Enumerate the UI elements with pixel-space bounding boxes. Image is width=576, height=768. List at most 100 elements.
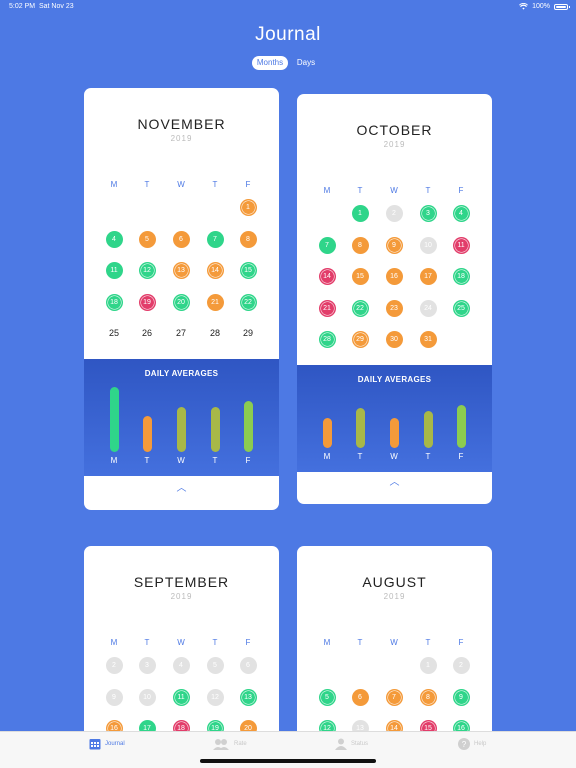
calendar-day[interactable]: 25 xyxy=(452,299,470,317)
calendar-day[interactable]: 14 xyxy=(318,268,336,285)
tab-rate[interactable]: Rate xyxy=(213,738,247,750)
collapse-chevron-icon[interactable]: ︿ xyxy=(297,473,492,488)
calendar-day[interactable]: 10 xyxy=(138,688,156,706)
average-bar-label: M xyxy=(323,452,331,461)
tab-help[interactable]: ? Help xyxy=(458,738,486,750)
calendar-day[interactable]: 21 xyxy=(206,293,224,311)
calendar-day[interactable]: 15 xyxy=(351,268,369,285)
calendar-day[interactable]: 24 xyxy=(419,299,437,317)
average-bar-label: F xyxy=(245,456,251,465)
calendar-day[interactable]: 3 xyxy=(138,657,156,674)
calendar-day[interactable]: 3 xyxy=(419,205,437,222)
segment-days[interactable]: Days xyxy=(288,56,324,70)
month-card-august[interactable]: AUGUST 2019 M T W T F 1 2 5 6 7 8 9 12 13 14 15 16 xyxy=(297,546,492,746)
calendar-day[interactable]: 2 xyxy=(105,657,123,674)
calendar-day[interactable]: 4 xyxy=(172,657,190,674)
calendar-day[interactable]: 7 xyxy=(318,236,336,254)
calendar-day[interactable]: 1 xyxy=(419,657,437,674)
month-card-november[interactable]: NOVEMBER 2019 DAILY AVERAGES MTWTF ︿ MTW… xyxy=(84,88,279,510)
weekday-header: M xyxy=(110,180,118,189)
calendar-day[interactable]: 8 xyxy=(419,688,437,706)
status-time: 5:02 PM xyxy=(9,3,36,10)
calendar-day[interactable]: 22 xyxy=(351,299,369,317)
month-card-september[interactable]: SEPTEMBER 2019 M T W T F 2 3 4 5 6 9 10 11 12 13 16 17 18… xyxy=(84,546,279,746)
month-year: 2019 xyxy=(383,592,406,601)
calendar-day[interactable]: 28 xyxy=(318,331,336,348)
calendar-day[interactable]: 1 xyxy=(239,199,257,216)
calendar-day[interactable]: 9 xyxy=(452,688,470,706)
calendar-day[interactable]: 5 xyxy=(318,688,336,706)
calendar-day[interactable]: 8 xyxy=(351,236,369,254)
calendar-day[interactable]: 2 xyxy=(452,657,470,674)
calendar-day[interactable]: 6 xyxy=(172,230,190,248)
average-bar xyxy=(355,408,365,448)
calendar-day[interactable]: 26 xyxy=(139,325,156,342)
calendar-day[interactable]: 11 xyxy=(452,236,470,254)
calendar-day[interactable]: 27 xyxy=(173,325,190,342)
calendar-day[interactable]: 2 xyxy=(385,205,403,222)
daily-averages-panel: DAILY AVERAGES M T W T F xyxy=(297,365,492,472)
calendar-day[interactable]: 6 xyxy=(239,657,257,674)
tab-status[interactable]: Status xyxy=(335,738,368,750)
calendar-day[interactable]: 12 xyxy=(206,688,224,706)
calendar-day[interactable]: 13 xyxy=(172,262,190,279)
calendar-day[interactable]: 8 xyxy=(239,230,257,248)
calendar-day[interactable]: 5 xyxy=(138,230,156,248)
calendar-day[interactable]: 5 xyxy=(206,657,224,674)
calendar-day[interactable]: 7 xyxy=(385,688,403,706)
calendar-day[interactable]: 21 xyxy=(318,299,336,317)
wifi-icon xyxy=(519,3,528,10)
calendar-day[interactable]: 11 xyxy=(105,262,123,279)
battery-icon xyxy=(554,3,570,10)
weekday-header: W xyxy=(390,186,398,195)
calendar-day[interactable]: 9 xyxy=(385,236,403,254)
calendar-day[interactable]: 25 xyxy=(106,325,123,342)
weekday-header: T xyxy=(357,638,363,647)
daily-averages-panel: DAILY AVERAGES M T W T F xyxy=(84,359,279,476)
calendar-day[interactable]: 6 xyxy=(351,688,369,706)
calendar-day[interactable]: 28 xyxy=(207,325,224,342)
calendar-day[interactable]: 18 xyxy=(452,268,470,285)
calendar-day[interactable]: 4 xyxy=(105,230,123,248)
average-bar-label: T xyxy=(212,456,218,465)
calendar-day[interactable]: 12 xyxy=(138,262,156,279)
tab-label: Journal xyxy=(105,741,125,747)
calendar-day[interactable]: 31 xyxy=(419,331,437,348)
calendar-day[interactable]: 17 xyxy=(419,268,437,285)
weekday-header: F xyxy=(245,180,251,189)
calendar-day[interactable]: 23 xyxy=(385,299,403,317)
calendar-day[interactable]: 20 xyxy=(172,293,190,311)
calendar-day[interactable]: 9 xyxy=(105,688,123,706)
calendar-day[interactable]: 1 xyxy=(351,205,369,222)
month-card-october[interactable]: OCTOBER 2019 DAILY AVERAGES M T W T F ︿ M T W T… xyxy=(297,94,492,504)
calendar-day[interactable]: 10 xyxy=(419,236,437,254)
average-bar xyxy=(109,387,119,452)
tab-label: Help xyxy=(474,741,487,747)
average-bar xyxy=(210,406,220,452)
calendar-day[interactable]: 16 xyxy=(385,268,403,285)
calendar-day[interactable]: 11 xyxy=(172,688,190,706)
weekday-header: M xyxy=(323,186,331,195)
calendar-day[interactable]: 4 xyxy=(452,205,470,222)
weekday-header: M xyxy=(110,638,118,647)
status-date: Sat Nov 23 xyxy=(38,3,74,10)
calendar-day[interactable]: 22 xyxy=(239,293,257,311)
average-bar xyxy=(142,416,152,452)
status-bar: 5:02 PM Sat Nov 23 100% xyxy=(0,0,576,14)
weekday-header: W xyxy=(390,638,398,647)
calendar-day[interactable]: 29 xyxy=(240,325,257,342)
calendar-day[interactable]: 29 xyxy=(351,331,369,348)
tab-journal[interactable]: Journal xyxy=(89,738,125,750)
calendar-day[interactable]: 7 xyxy=(206,230,224,248)
tab-label: Status xyxy=(351,741,369,747)
calendar-day[interactable]: 19 xyxy=(138,293,156,311)
calendar-day[interactable]: 30 xyxy=(385,331,403,348)
calendar-day[interactable]: 14 xyxy=(206,262,224,279)
calendar-day[interactable]: 18 xyxy=(105,293,123,311)
segment-months[interactable]: Months xyxy=(252,56,288,70)
month-title: AUGUST xyxy=(362,574,427,590)
calendar-day[interactable]: 15 xyxy=(239,262,257,279)
average-bar xyxy=(456,405,466,448)
calendar-day[interactable]: 13 xyxy=(239,688,257,706)
collapse-chevron-icon[interactable]: ︿ xyxy=(84,479,279,494)
